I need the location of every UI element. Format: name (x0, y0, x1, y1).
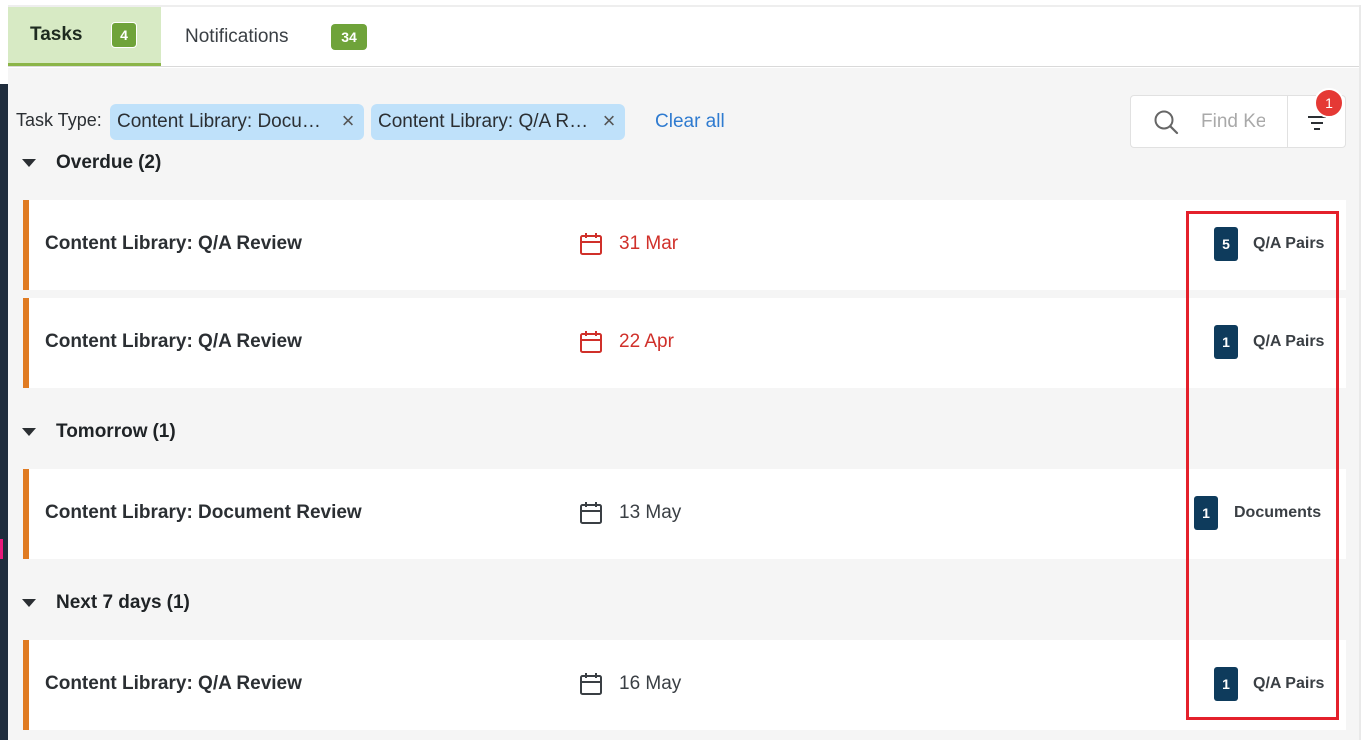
task-type-filter-label: Task Type: (16, 110, 102, 130)
caret-down-icon (22, 428, 36, 436)
item-count-label: Q/A Pairs (1253, 675, 1325, 692)
filter-chip-qa-review[interactable]: Content Library: Q/A Review × (371, 104, 625, 140)
calendar-icon (580, 673, 602, 695)
search-input[interactable] (1201, 108, 1265, 136)
calendar-icon (580, 502, 602, 524)
task-due-date: 31 Mar (619, 233, 679, 254)
item-count-label: Documents (1234, 504, 1322, 521)
item-count-badge: 1 (1214, 325, 1238, 359)
item-count-badge: 1 (1194, 496, 1218, 530)
group-count: (1) (166, 592, 190, 613)
task-row[interactable]: Content Library: Q/A Review 31 Mar 5 Q/A… (23, 200, 1346, 290)
tab-bar: Tasks 4 Notifications 34 (8, 7, 1361, 67)
tab-tasks-count-badge: 4 (111, 22, 137, 48)
task-due-date: 16 May (619, 673, 682, 694)
sidebar-indicator (0, 539, 3, 559)
group-header-tomorrow[interactable]: Tomorrow (1) (22, 420, 176, 444)
close-icon[interactable]: × (338, 110, 358, 132)
task-due-date: 13 May (619, 502, 682, 523)
task-title: Content Library: Q/A Review (45, 233, 302, 254)
group-header-next-7-days[interactable]: Next 7 days (1) (22, 591, 190, 615)
group-title: Tomorrow (56, 421, 148, 442)
tab-notifications-label: Notifications (185, 25, 289, 47)
search-box (1130, 95, 1288, 148)
task-due-date: 22 Apr (619, 331, 674, 352)
item-count-label: Q/A Pairs (1253, 333, 1325, 350)
clear-all-link[interactable]: Clear all (655, 111, 725, 133)
app-sidebar-edge (0, 84, 8, 740)
group-title: Next 7 days (56, 592, 162, 613)
tab-tasks-label: Tasks (30, 24, 83, 45)
task-row[interactable]: Content Library: Q/A Review 16 May 1 Q/A… (23, 640, 1346, 730)
tab-notifications-count-badge: 34 (331, 23, 367, 50)
item-count-badge: 1 (1214, 667, 1238, 701)
task-title: Content Library: Q/A Review (45, 673, 302, 694)
filter-chip-document-review[interactable]: Content Library: Document Review × (110, 104, 364, 140)
filter-chip-label: Content Library: Q/A Review (378, 111, 592, 132)
search-icon (1154, 110, 1179, 135)
group-count: (2) (138, 152, 162, 173)
task-title: Content Library: Q/A Review (45, 331, 302, 352)
caret-down-icon (22, 599, 36, 607)
task-row[interactable]: Content Library: Q/A Review 22 Apr 1 Q/A… (23, 298, 1346, 388)
group-header-overdue[interactable]: Overdue (2) (22, 151, 161, 175)
task-row[interactable]: Content Library: Document Review 13 May … (23, 469, 1346, 559)
tab-notifications[interactable]: Notifications 34 (185, 7, 395, 66)
filter-count-badge: 1 (1314, 88, 1344, 118)
group-title: Overdue (56, 152, 134, 173)
item-count-badge: 5 (1214, 227, 1238, 261)
calendar-icon (580, 233, 602, 255)
item-count-label: Q/A Pairs (1253, 235, 1325, 252)
filter-chip-label: Content Library: Document Review (117, 111, 331, 132)
calendar-icon (580, 331, 602, 353)
close-icon[interactable]: × (599, 110, 619, 132)
group-count: (1) (152, 421, 176, 442)
task-list-panel: Task Type: Content Library: Document Rev… (8, 68, 1359, 740)
tab-tasks[interactable]: Tasks 4 (8, 7, 161, 66)
right-divider (1359, 5, 1361, 740)
caret-down-icon (22, 159, 36, 167)
task-title: Content Library: Document Review (45, 502, 362, 523)
